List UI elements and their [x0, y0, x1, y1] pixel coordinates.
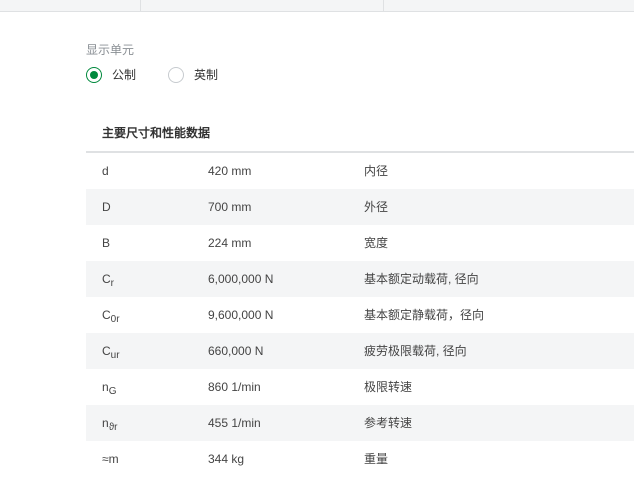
table-row: B 224 mm 宽度 — [86, 225, 634, 261]
row-description: 重量 — [364, 452, 389, 466]
radio-imperial[interactable]: 英制 — [168, 66, 218, 83]
row-symbol: d — [102, 164, 109, 178]
table-row: Cur 660,000 N 疲劳极限载荷, 径向 — [86, 333, 634, 369]
section-title: 主要尺寸和性能数据 — [102, 126, 211, 140]
row-symbol: nϑr — [102, 416, 118, 433]
row-description: 外径 — [364, 200, 389, 214]
radio-imperial-circle[interactable] — [168, 66, 185, 83]
row-description: 极限转速 — [364, 380, 413, 394]
table-row: Cr 6,000,000 N 基本额定动载荷, 径向 — [86, 261, 634, 297]
row-value: 455 1/min — [208, 416, 261, 430]
row-symbol: C0r — [102, 308, 120, 325]
units-label: 显示单元 — [86, 43, 135, 57]
tab-divider — [383, 0, 384, 11]
row-symbol: B — [102, 236, 111, 250]
radio-imperial-label: 英制 — [194, 68, 219, 82]
units-radio-group: 公制 英制 — [86, 66, 250, 83]
row-symbol: D — [102, 200, 111, 214]
row-description: 基本额定动载荷, 径向 — [364, 272, 479, 286]
row-description: 参考转速 — [364, 416, 413, 430]
row-symbol: ≈m — [102, 452, 119, 466]
row-symbol: Cr — [102, 272, 115, 289]
row-value: 420 mm — [208, 164, 252, 178]
row-description: 基本额定静载荷，径向 — [364, 308, 485, 322]
radio-metric-label: 公制 — [112, 68, 137, 82]
table-row: C0r 9,600,000 N 基本额定静载荷，径向 — [86, 297, 634, 333]
table-row: d 420 mm 内径 — [86, 153, 634, 189]
row-value: 700 mm — [208, 200, 252, 214]
row-value: 344 kg — [208, 452, 245, 466]
row-value: 6,000,000 N — [208, 272, 274, 286]
row-symbol: Cur — [102, 344, 120, 361]
dimensions-table: d 420 mm 内径 D 700 mm 外径 B 224 mm 宽度 Cr 6… — [86, 151, 634, 477]
row-description: 宽度 — [364, 236, 389, 250]
radio-metric-circle[interactable] — [86, 66, 102, 83]
row-description: 疲劳极限载荷, 径向 — [364, 344, 467, 358]
radio-selected-dot — [90, 70, 98, 79]
table-row: nϑr 455 1/min 参考转速 — [86, 405, 634, 441]
row-value: 660,000 N — [208, 344, 264, 358]
table-row: nG 860 1/min 极限转速 — [86, 369, 634, 405]
table-row: D 700 mm 外径 — [86, 189, 634, 225]
table-row: ≈m 344 kg 重量 — [86, 441, 634, 477]
row-value: 224 mm — [208, 236, 252, 250]
row-description: 内径 — [364, 164, 389, 178]
tab-divider — [140, 0, 141, 11]
row-symbol: nG — [102, 380, 117, 397]
top-tab-strip — [0, 0, 634, 12]
radio-metric[interactable]: 公制 — [86, 66, 136, 83]
row-value: 9,600,000 N — [208, 308, 274, 322]
row-value: 860 1/min — [208, 380, 261, 394]
